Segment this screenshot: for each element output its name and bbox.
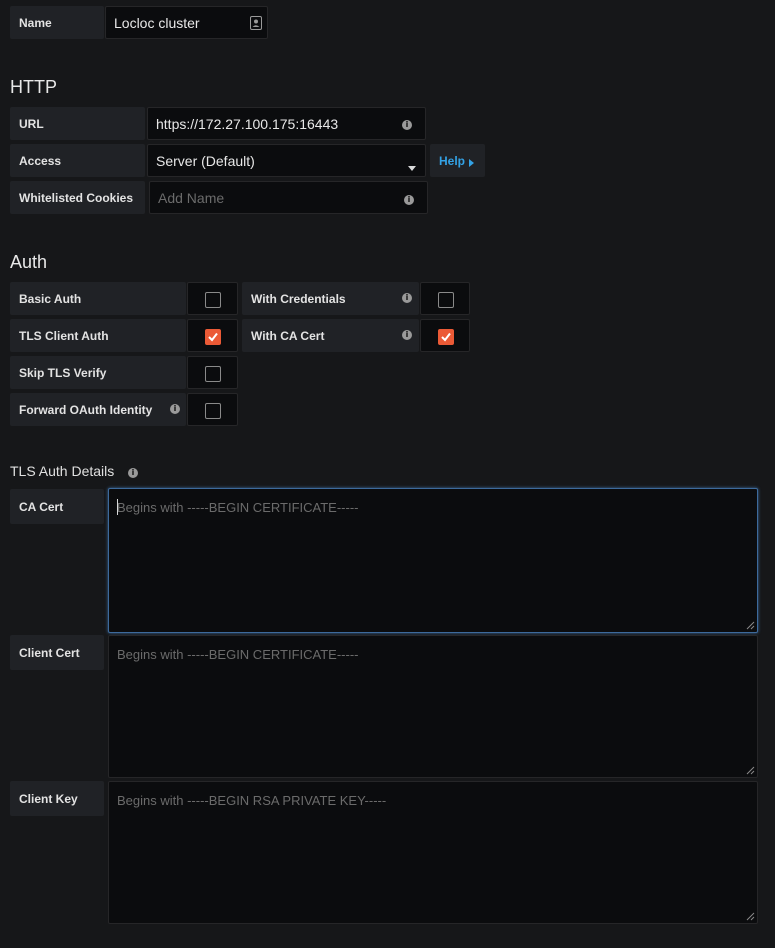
cookies-label: Whitelisted Cookies [10, 181, 145, 214]
with-ca-cert-cell [420, 319, 470, 352]
cookies-input[interactable]: Add Name i [149, 181, 428, 214]
info-icon[interactable]: i [402, 293, 412, 303]
access-value: Server (Default) [156, 152, 255, 169]
resize-grip-icon[interactable] [746, 766, 755, 775]
caret-right-icon [469, 156, 474, 170]
client-key-placeholder: Begins with -----BEGIN RSA PRIVATE KEY--… [117, 793, 387, 808]
info-icon[interactable]: i [170, 404, 180, 414]
skip-tls-verify-label: Skip TLS Verify [10, 356, 186, 389]
name-label: Name [10, 6, 104, 39]
text-cursor [117, 499, 118, 515]
http-heading: HTTP [10, 77, 57, 97]
client-cert-textarea[interactable]: Begins with -----BEGIN CERTIFICATE----- [108, 635, 758, 778]
tls-heading: TLS Auth Details [10, 463, 115, 479]
info-icon[interactable]: i [402, 120, 412, 130]
client-cert-label: Client Cert [10, 635, 104, 670]
help-button[interactable]: Help [430, 144, 485, 177]
forward-oauth-label: Forward OAuth Identity i [10, 393, 186, 426]
with-ca-cert-label: With CA Cert i [242, 319, 419, 352]
info-icon[interactable]: i [402, 330, 412, 340]
check-icon [441, 332, 451, 342]
info-icon[interactable]: i [404, 195, 414, 205]
url-label: URL [10, 107, 145, 140]
info-icon[interactable]: i [128, 468, 138, 478]
with-credentials-checkbox[interactable] [438, 292, 454, 308]
access-select[interactable]: Server (Default) [147, 144, 426, 177]
url-value: https://172.27.100.175:16443 [156, 115, 339, 132]
name-input[interactable]: Locloc cluster [105, 6, 268, 39]
contact-card-icon [250, 16, 262, 33]
tls-client-auth-label: TLS Client Auth [10, 319, 186, 352]
client-key-textarea[interactable]: Begins with -----BEGIN RSA PRIVATE KEY--… [108, 781, 758, 924]
client-key-label: Client Key [10, 781, 104, 816]
url-input[interactable]: https://172.27.100.175:16443 i [147, 107, 426, 140]
name-value: Locloc cluster [114, 14, 200, 31]
caret-down-icon [408, 158, 416, 174]
skip-tls-verify-cell [187, 356, 238, 389]
basic-auth-checkbox[interactable] [205, 292, 221, 308]
ca-cert-placeholder: Begins with -----BEGIN CERTIFICATE----- [117, 500, 359, 515]
resize-grip-icon[interactable] [746, 912, 755, 921]
check-icon [208, 332, 218, 342]
tls-client-auth-cell [187, 319, 238, 352]
forward-oauth-checkbox[interactable] [205, 403, 221, 419]
cookies-placeholder: Add Name [158, 189, 225, 206]
forward-oauth-cell [187, 393, 238, 426]
with-ca-cert-checkbox[interactable] [438, 329, 454, 345]
skip-tls-verify-checkbox[interactable] [205, 366, 221, 382]
resize-grip-icon[interactable] [746, 621, 755, 630]
ca-cert-textarea[interactable]: Begins with -----BEGIN CERTIFICATE----- [108, 488, 758, 633]
ca-cert-label: CA Cert [10, 489, 104, 524]
help-label: Help [439, 153, 466, 168]
client-cert-placeholder: Begins with -----BEGIN CERTIFICATE----- [117, 647, 359, 662]
basic-auth-label: Basic Auth [10, 282, 186, 315]
with-credentials-cell [420, 282, 470, 315]
tls-client-auth-checkbox[interactable] [205, 329, 221, 345]
auth-heading: Auth [10, 252, 48, 272]
with-credentials-label: With Credentials i [242, 282, 419, 315]
access-label: Access [10, 144, 145, 177]
basic-auth-cell [187, 282, 238, 315]
